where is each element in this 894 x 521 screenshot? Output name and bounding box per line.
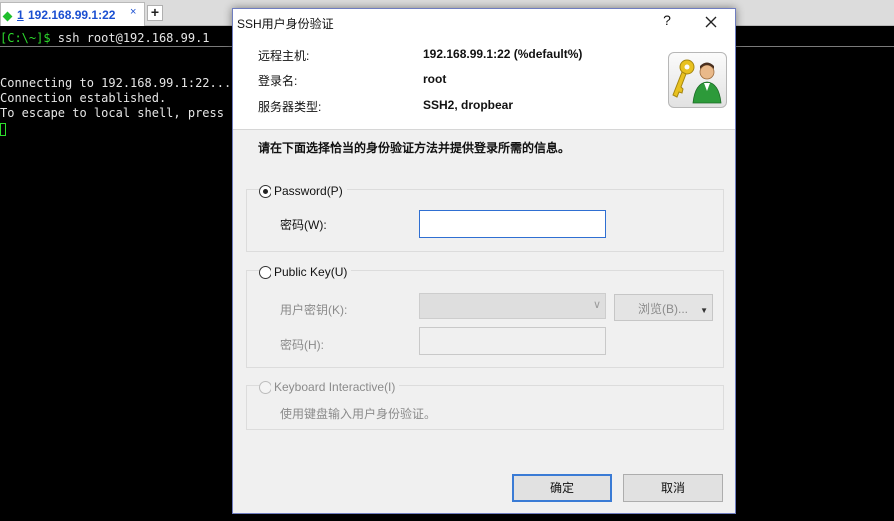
connected-status-icon [2,11,13,22]
dialog-title: SSH用户身份验证 [237,17,334,31]
connection-info-panel: 远程主机: 192.168.99.1:22 (%default%) 登录名: r… [233,36,735,130]
passphrase-label: 密码(H): [280,338,324,352]
close-icon [705,16,717,28]
tab-close-icon[interactable]: × [130,6,136,18]
user-key-label: 用户密钥(K): [280,303,348,317]
terminal-output-line: Connecting to 192.168.99.1:22... [0,76,232,90]
session-tab[interactable]: 1 192.168.99.1:22 × [0,2,145,26]
server-type-label: 服务器类型: [258,100,322,114]
password-option-label[interactable]: Password(P) [271,184,347,198]
terminal-output-line: To escape to local shell, press 'C [0,106,246,120]
tab-number: 1 [17,8,24,22]
chevron-down-icon: ∨ [592,299,601,311]
user-key-select[interactable]: ∨ [419,293,606,319]
remote-host-label: 远程主机: [258,49,310,63]
dropdown-arrow-icon: ▼ [700,306,708,315]
passphrase-input[interactable] [419,327,606,355]
ok-button[interactable]: 确定 [512,474,612,502]
terminal-cursor [0,123,6,136]
browse-button[interactable]: 浏览(B)... ▼ [614,294,713,321]
help-button[interactable]: ? [657,12,677,32]
server-type-value: SSH2, dropbear [423,98,514,112]
ssh-auth-dialog: SSH用户身份验证 ? 远程主机: 192.168.99.1:22 (%defa… [232,8,736,514]
tab-title: 192.168.99.1:22 [28,8,116,22]
terminal-output-line: Connection established. [0,91,167,105]
keyboard-interactive-option-label[interactable]: Keyboard Interactive(I) [271,380,400,394]
remote-host-value: 192.168.99.1:22 (%default%) [423,47,583,61]
terminal-command-line: [C:\~]$ ssh root@192.168.99.1 [0,31,210,46]
public-key-option-label[interactable]: Public Key(U) [271,265,352,279]
instruction-text: 请在下面选择恰当的身份验证方法并提供登录所需的信息。 [258,141,571,155]
password-input[interactable] [419,210,606,238]
new-tab-button[interactable]: + [147,5,163,21]
dialog-titlebar: SSH用户身份验证 ? [233,9,735,36]
terminal-command: ssh root@192.168.99.1 [50,31,210,45]
terminal-prompt: [C:\~]$ [0,31,51,45]
login-name-label: 登录名: [258,74,298,88]
login-name-value: root [423,72,447,86]
close-button[interactable] [699,10,723,34]
keyboard-interactive-description: 使用键盘输入用户身份验证。 [280,407,437,421]
password-field-label: 密码(W): [280,218,327,232]
user-key-icon [668,52,727,108]
browse-button-label: 浏览(B)... [638,302,688,316]
cancel-button[interactable]: 取消 [623,474,723,502]
